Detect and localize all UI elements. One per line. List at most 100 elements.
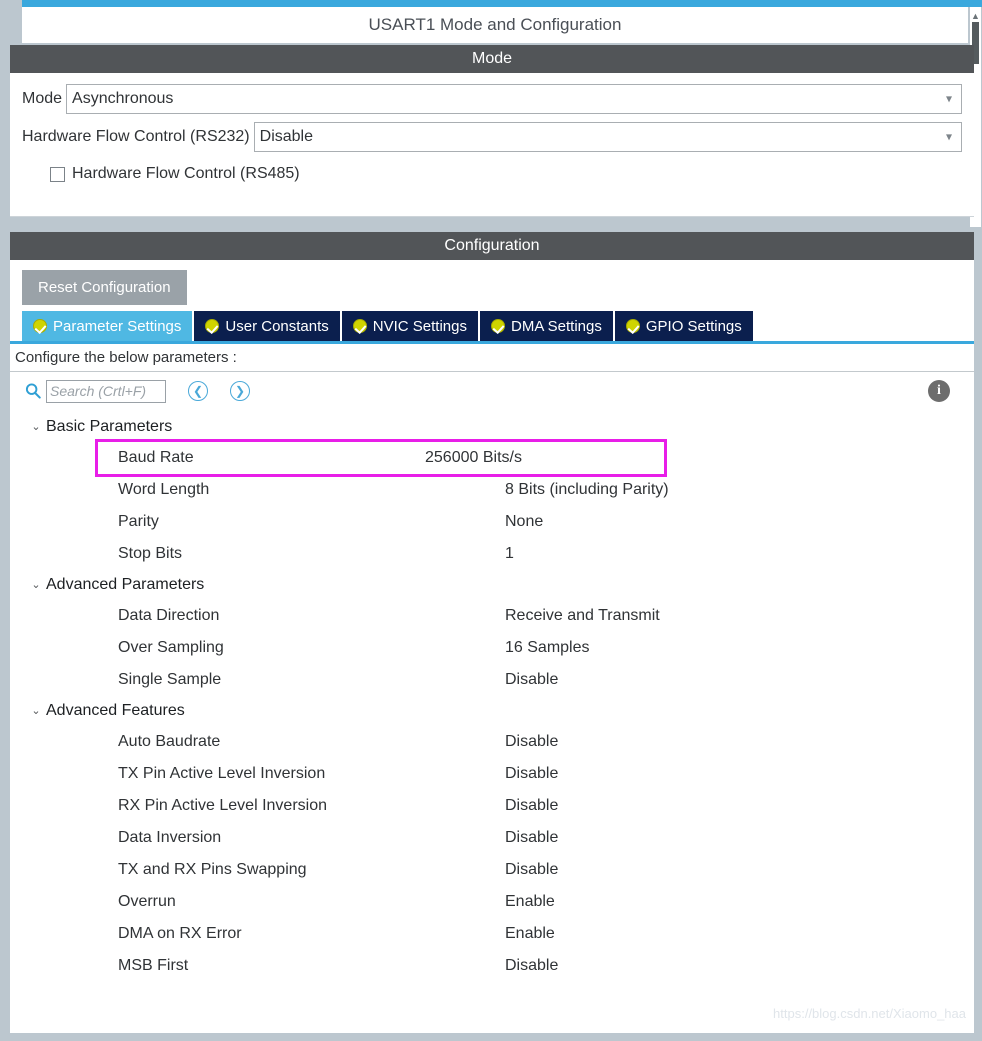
- hw-flow-rs232-value: Disable: [259, 128, 313, 145]
- check-circle-icon: [352, 319, 367, 333]
- param-row[interactable]: Stop Bits 1: [10, 538, 974, 570]
- param-name: TX and RX Pins Swapping: [118, 861, 307, 878]
- tab-label: DMA Settings: [511, 317, 602, 335]
- watermark: https://blog.csdn.net/Xiaomo_haa: [773, 1006, 966, 1021]
- check-circle-icon: [491, 319, 505, 333]
- param-group-label: Advanced Features: [46, 702, 185, 719]
- param-name: DMA on RX Error: [118, 925, 242, 942]
- param-name: Data Direction: [118, 607, 220, 624]
- param-value: 16 Samples: [505, 639, 590, 656]
- param-value: 8 Bits (including Parity): [505, 481, 669, 498]
- param-name: Parity: [118, 513, 159, 530]
- param-row[interactable]: RX Pin Active Level Inversion Disable: [10, 790, 974, 822]
- param-group-label: Basic Parameters: [46, 418, 173, 435]
- param-row[interactable]: TX Pin Active Level Inversion Disable: [10, 758, 974, 790]
- window-title-bar: USART1 Mode and Configuration: [22, 7, 968, 43]
- param-row[interactable]: Auto Baudrate Disable: [10, 726, 974, 758]
- param-value: 256000 Bits/s: [425, 449, 522, 466]
- reset-area: Reset Configuration: [10, 260, 974, 314]
- param-row[interactable]: Single Sample Disable: [10, 664, 974, 696]
- check-circle-icon: [205, 319, 220, 333]
- search-row: ❮ ❯ i: [10, 372, 974, 410]
- param-group-basic-parameters[interactable]: ⌄ Basic Parameters: [10, 412, 974, 442]
- param-name: Auto Baudrate: [118, 733, 221, 750]
- check-circle-icon: [33, 319, 47, 333]
- chevron-down-icon[interactable]: ⌄: [30, 579, 42, 591]
- param-row[interactable]: TX and RX Pins Swapping Disable: [10, 854, 974, 886]
- reset-configuration-button[interactable]: Reset Configuration: [22, 269, 187, 305]
- param-value: Enable: [505, 893, 555, 910]
- search-input[interactable]: [46, 379, 166, 403]
- param-row[interactable]: MSB First Disable: [10, 950, 974, 982]
- scroll-up-arrow-icon[interactable]: ▲: [971, 12, 980, 21]
- chevron-down-icon[interactable]: ⌄: [30, 705, 42, 717]
- param-value: Disable: [505, 797, 559, 814]
- param-row[interactable]: Word Length 8 Bits (including Parity): [10, 474, 974, 506]
- configure-hint-label: Configure the below parameters :: [15, 349, 237, 366]
- param-row[interactable]: Parity None: [10, 506, 974, 538]
- chevron-left-circle-icon[interactable]: ❮: [188, 381, 208, 401]
- mode-panel: Mode Mode Asynchronous ▾ Hardware Flow C…: [10, 45, 974, 217]
- hw-flow-rs232-dropdown[interactable]: Disable ▾: [253, 122, 962, 152]
- mode-dropdown-value: Asynchronous: [72, 90, 174, 107]
- tab-label: User Constants: [225, 317, 329, 335]
- param-value: Disable: [505, 861, 559, 878]
- configuration-section-header: Configuration: [10, 232, 974, 260]
- param-value: None: [505, 513, 544, 530]
- param-value: Disable: [505, 733, 559, 750]
- app-root: ▲ USART1 Mode and Configuration Mode Mod…: [0, 0, 982, 1041]
- param-value: Disable: [505, 765, 559, 782]
- param-value: Disable: [505, 829, 559, 846]
- param-group-advanced-features[interactable]: ⌄ Advanced Features: [10, 696, 974, 726]
- top-accent-bar: [22, 0, 982, 7]
- configuration-panel: Configuration Reset Configuration Parame…: [10, 232, 974, 1033]
- param-name: Over Sampling: [118, 639, 224, 656]
- hw-flow-rs485-checkbox[interactable]: [50, 166, 65, 182]
- param-name: Overrun: [118, 893, 176, 910]
- chevron-right-circle-icon[interactable]: ❯: [230, 381, 250, 401]
- check-circle-icon: [625, 319, 640, 333]
- param-row[interactable]: Data Inversion Disable: [10, 822, 974, 854]
- chevron-down-icon: ▾: [945, 91, 952, 106]
- param-name: RX Pin Active Level Inversion: [118, 797, 327, 814]
- tab-label: Parameter Settings: [53, 317, 182, 335]
- tab-nvic-settings[interactable]: NVIC Settings: [341, 311, 478, 341]
- configuration-section-header-label: Configuration: [444, 237, 540, 254]
- info-circle-icon[interactable]: i: [928, 380, 950, 402]
- chevron-down-icon: ▾: [945, 129, 952, 144]
- param-value: 1: [505, 545, 514, 562]
- mode-field-label: Mode: [22, 90, 63, 107]
- param-row[interactable]: Data Direction Receive and Transmit: [10, 600, 974, 632]
- tab-dma-settings[interactable]: DMA Settings: [480, 311, 613, 341]
- parameter-tree: ⌄ Basic Parameters Baud Rate 256000 Bits/s W…: [10, 410, 974, 982]
- param-group-label: Advanced Parameters: [46, 576, 205, 593]
- param-name: TX Pin Active Level Inversion: [118, 765, 326, 782]
- hw-flow-rs485-row[interactable]: Hardware Flow Control (RS485): [22, 159, 962, 189]
- search-icon: [25, 383, 41, 399]
- param-name: Single Sample: [118, 671, 222, 688]
- chevron-down-icon[interactable]: ⌄: [30, 421, 42, 433]
- param-row[interactable]: Baud Rate 256000 Bits/s: [95, 439, 667, 477]
- hw-flow-rs485-label: Hardware Flow Control (RS485): [72, 165, 300, 182]
- tab-gpio-settings[interactable]: GPIO Settings: [614, 311, 753, 341]
- param-row[interactable]: Over Sampling 16 Samples: [10, 632, 974, 664]
- param-group-advanced-parameters[interactable]: ⌄ Advanced Parameters: [10, 570, 974, 600]
- hw-flow-rs232-label: Hardware Flow Control (RS232): [22, 128, 250, 145]
- tab-label: GPIO Settings: [645, 317, 742, 335]
- param-value: Enable: [505, 925, 555, 942]
- mode-field-row: Mode Asynchronous ▾: [22, 83, 962, 115]
- tab-label: NVIC Settings: [372, 317, 467, 335]
- param-name: Word Length: [118, 481, 210, 498]
- param-name: Baud Rate: [118, 449, 194, 466]
- mode-dropdown[interactable]: Asynchronous ▾: [66, 84, 962, 114]
- configure-hint-bar: Configure the below parameters :: [10, 344, 974, 372]
- tab-parameter-settings[interactable]: Parameter Settings: [22, 311, 193, 341]
- param-name: Data Inversion: [118, 829, 222, 846]
- tab-user-constants[interactable]: User Constants: [194, 311, 340, 341]
- param-value: Disable: [505, 957, 559, 974]
- tab-strip: Parameter Settings User Constants NVIC Set…: [10, 311, 974, 344]
- mode-section-header: Mode: [10, 45, 974, 73]
- param-row[interactable]: DMA on RX Error Enable: [10, 918, 974, 950]
- param-row[interactable]: Overrun Enable: [10, 886, 974, 918]
- param-name: MSB First: [118, 957, 189, 974]
